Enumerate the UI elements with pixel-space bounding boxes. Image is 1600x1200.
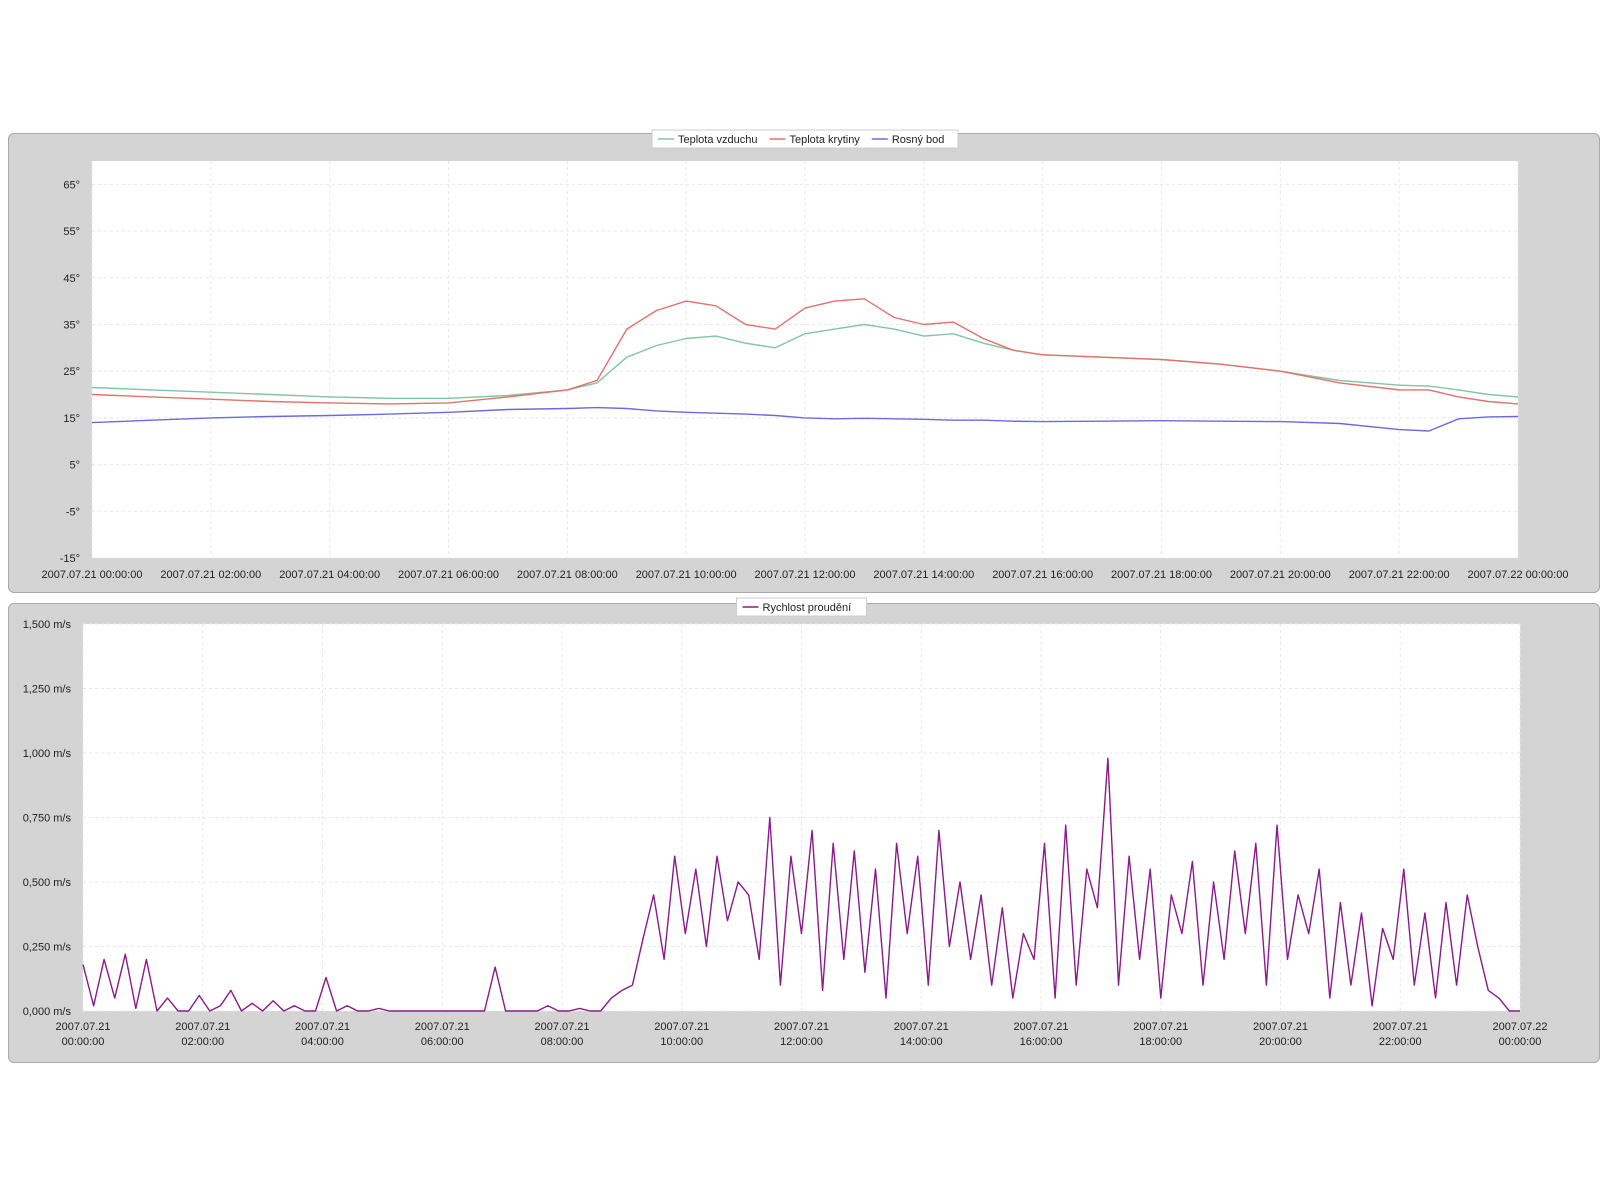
- y-tick-label: 45°: [63, 273, 80, 285]
- y-tick-label: 5°: [69, 460, 80, 472]
- x-tick-label: 2007.07.21 16:00:00: [992, 569, 1093, 581]
- x-tick-label: 2007.07.21 18:00:00: [1111, 569, 1212, 581]
- x-tick-label-time: 04:00:00: [301, 1036, 344, 1048]
- y-tick-label: -5°: [66, 506, 80, 518]
- x-tick-label-date: 2007.07.21: [415, 1021, 470, 1033]
- x-tick-label-date: 2007.07.21: [295, 1021, 350, 1033]
- x-tick-label: 2007.07.21 20:00:00: [1230, 569, 1331, 581]
- x-tick-label: 2007.07.21 14:00:00: [873, 569, 974, 581]
- x-tick-label-time: 06:00:00: [421, 1036, 464, 1048]
- x-tick-label-time: 16:00:00: [1020, 1036, 1063, 1048]
- y-tick-label: 1,000 m/s: [23, 748, 72, 760]
- y-tick-label: 0,250 m/s: [23, 942, 72, 954]
- y-tick-label: 65°: [63, 179, 80, 191]
- x-tick-label-date: 2007.07.21: [55, 1021, 110, 1033]
- x-tick-label-date: 2007.07.22: [1492, 1021, 1547, 1033]
- y-tick-label: -15°: [60, 553, 80, 565]
- x-tick-label-time: 18:00:00: [1139, 1036, 1182, 1048]
- x-tick-label: 2007.07.21 04:00:00: [279, 569, 380, 581]
- x-tick-label: 2007.07.21 08:00:00: [517, 569, 618, 581]
- legend-item: Rosný bod: [892, 134, 945, 146]
- legend-item: Teplota vzduchu: [678, 134, 758, 146]
- x-tick-label-date: 2007.07.21: [534, 1021, 589, 1033]
- x-tick-label-date: 2007.07.21: [1253, 1021, 1308, 1033]
- legend: Teplota vzduchu Teplota krytiny Rosný bod: [651, 129, 959, 149]
- x-tick-label-time: 22:00:00: [1379, 1036, 1422, 1048]
- x-tick-label-date: 2007.07.21: [654, 1021, 709, 1033]
- x-tick-label-date: 2007.07.21: [1013, 1021, 1068, 1033]
- x-tick-label-date: 2007.07.21: [175, 1021, 230, 1033]
- y-tick-label: 15°: [63, 413, 80, 425]
- x-tick-label: 2007.07.21 00:00:00: [42, 569, 143, 581]
- y-tick-label: 0,500 m/s: [23, 877, 72, 889]
- x-tick-label-time: 08:00:00: [541, 1036, 584, 1048]
- y-tick-label: 1,250 m/s: [23, 684, 72, 696]
- y-tick-label: 0,750 m/s: [23, 813, 72, 825]
- y-tick-label: 1,500 m/s: [23, 619, 72, 631]
- charts-svg: 65° 55° 45° 35° 25° 15° 5° -5° -15° 2007.07.21 00…: [23, 129, 1569, 1048]
- y-tick-label: 25°: [63, 366, 80, 378]
- x-tick-label: 2007.07.22 00:00:00: [1468, 569, 1569, 581]
- x-tick-label-date: 2007.07.21: [774, 1021, 829, 1033]
- x-tick-label: 2007.07.21 12:00:00: [755, 569, 856, 581]
- x-tick-label-time: 02:00:00: [181, 1036, 224, 1048]
- x-tick-label-time: 00:00:00: [1499, 1036, 1542, 1048]
- legend-item: Teplota krytiny: [790, 134, 861, 146]
- chart-1: 65° 55° 45° 35° 25° 15° 5° -5° -15° 2007.07.21 00…: [42, 129, 1569, 581]
- y-tick-label: 35°: [63, 319, 80, 331]
- x-tick-label-time: 00:00:00: [62, 1036, 105, 1048]
- chart-2: 1,500 m/s 1,250 m/s 1,000 m/s 0,750 m/s 0,50…: [23, 597, 1548, 1048]
- x-tick-label-date: 2007.07.21: [1133, 1021, 1188, 1033]
- x-tick-label: 2007.07.21 02:00:00: [160, 569, 261, 581]
- x-tick-label-time: 14:00:00: [900, 1036, 943, 1048]
- x-tick-label-date: 2007.07.21: [894, 1021, 949, 1033]
- legend: Rychlost proudění: [736, 597, 867, 617]
- y-tick-label: 55°: [63, 226, 80, 238]
- legend-item: Rychlost proudění: [763, 602, 852, 614]
- x-tick-label-time: 10:00:00: [660, 1036, 703, 1048]
- x-tick-label: 2007.07.21 22:00:00: [1349, 569, 1450, 581]
- x-tick-label-time: 20:00:00: [1259, 1036, 1302, 1048]
- x-tick-label: 2007.07.21 06:00:00: [398, 569, 499, 581]
- x-tick-label-time: 12:00:00: [780, 1036, 823, 1048]
- x-tick-label-date: 2007.07.21: [1373, 1021, 1428, 1033]
- x-tick-label: 2007.07.21 10:00:00: [636, 569, 737, 581]
- y-tick-label: 0,000 m/s: [23, 1006, 72, 1018]
